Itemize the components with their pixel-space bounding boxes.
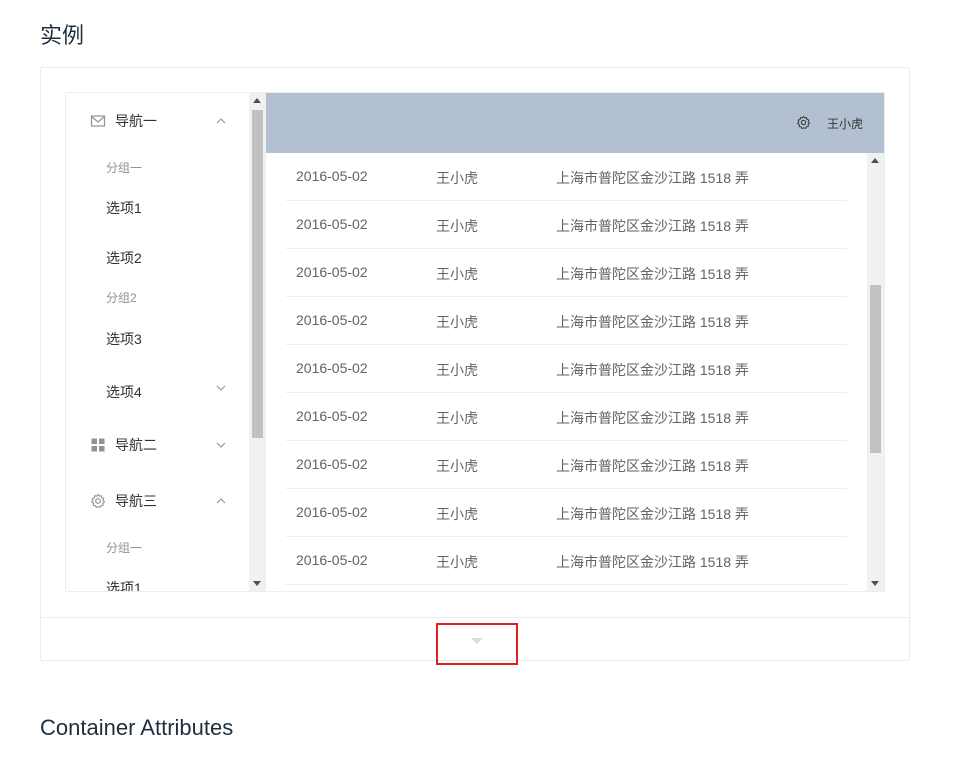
cell-name: 王小虎 bbox=[436, 554, 478, 570]
submenu-nav2[interactable]: 导航二 bbox=[66, 417, 249, 473]
table-row[interactable]: 2016-05-02 王小虎 上海市普陀区金沙江路 1518 弄 bbox=[286, 153, 847, 201]
table-row[interactable]: 2016-05-02 王小虎 上海市普陀区金沙江路 1518 弄 bbox=[286, 537, 847, 585]
table-row[interactable]: 2016-05-02 王小虎 上海市普陀区金沙江路 1518 弄 bbox=[286, 345, 847, 393]
header: 王小虎 bbox=[266, 93, 884, 153]
gear-icon[interactable] bbox=[796, 115, 811, 130]
cell-name: 王小虎 bbox=[436, 314, 478, 330]
cell-date: 2016-05-02 bbox=[296, 408, 368, 424]
cell-name: 王小虎 bbox=[436, 362, 478, 378]
chevron-down-icon bbox=[216, 385, 226, 391]
cell-name: 王小虎 bbox=[436, 410, 478, 426]
main-scroll-thumb[interactable] bbox=[870, 285, 881, 453]
cell-name: 王小虎 bbox=[436, 266, 478, 282]
scroll-up-arrow-icon[interactable] bbox=[253, 98, 261, 103]
table-row[interactable]: 2016-05-02 王小虎 上海市普陀区金沙江路 1518 弄 bbox=[286, 201, 847, 249]
highlight-box bbox=[436, 623, 518, 665]
submenu-nav3-label: 导航三 bbox=[115, 493, 157, 509]
cell-address: 上海市普陀区金沙江路 1518 弄 bbox=[556, 314, 749, 330]
cell-date: 2016-05-02 bbox=[296, 264, 368, 280]
cell-date: 2016-05-02 bbox=[296, 552, 368, 568]
table-row[interactable]: 2016-05-02 王小虎 上海市普陀区金沙江路 1518 弄 bbox=[286, 297, 847, 345]
mail-icon bbox=[90, 115, 106, 127]
cell-address: 上海市普陀区金沙江路 1518 弄 bbox=[556, 170, 749, 186]
menu-group-title: 分组一 bbox=[106, 541, 143, 555]
chevron-up-icon bbox=[216, 498, 226, 504]
menu-group-title: 分组一 bbox=[106, 161, 143, 175]
scroll-up-arrow-icon[interactable] bbox=[871, 158, 879, 163]
header-user-name: 王小虎 bbox=[827, 117, 864, 131]
cell-address: 上海市普陀区金沙江路 1518 弄 bbox=[556, 458, 749, 474]
table-row[interactable]: 2016-05-02 王小虎 上海市普陀区金沙江路 1518 弄 bbox=[286, 489, 847, 537]
menu-option[interactable]: 选项1 bbox=[106, 198, 142, 218]
scroll-down-arrow-icon[interactable] bbox=[871, 581, 879, 586]
sidebar-scrollbar[interactable] bbox=[249, 93, 265, 591]
chevron-up-icon bbox=[216, 118, 226, 124]
section-title: 实例 bbox=[40, 23, 85, 48]
cell-name: 王小虎 bbox=[436, 170, 478, 186]
demo-source: 导航一 分组一 选项1 选项2 分组2 选项3 选项4 导航二 导航三 分组一 … bbox=[41, 68, 909, 617]
menu-option[interactable]: 选项3 bbox=[106, 329, 142, 349]
submenu-nav1-label: 导航一 bbox=[115, 113, 157, 129]
main-scrollbar[interactable] bbox=[867, 153, 884, 591]
cell-address: 上海市普陀区金沙江路 1518 弄 bbox=[556, 554, 749, 570]
cell-name: 王小虎 bbox=[436, 458, 478, 474]
cell-address: 上海市普陀区金沙江路 1518 弄 bbox=[556, 506, 749, 522]
gear-icon bbox=[91, 493, 106, 509]
layout-container: 导航一 分组一 选项1 选项2 分组2 选项3 选项4 导航二 导航三 分组一 … bbox=[65, 92, 885, 592]
table-row[interactable]: 2016-05-02 王小虎 上海市普陀区金沙江路 1518 弄 bbox=[286, 249, 847, 297]
demo-block: 导航一 分组一 选项1 选项2 分组2 选项3 选项4 导航二 导航三 分组一 … bbox=[40, 67, 910, 665]
cell-date: 2016-05-02 bbox=[296, 456, 368, 472]
menu-option[interactable]: 选项2 bbox=[106, 248, 142, 268]
submenu-nav2-label: 导航二 bbox=[115, 437, 157, 453]
scroll-down-arrow-icon[interactable] bbox=[253, 581, 261, 586]
section-title-container-attributes: Container Attributes bbox=[40, 715, 234, 740]
cell-date: 2016-05-02 bbox=[296, 312, 368, 328]
table-row[interactable]: 2016-05-02 王小虎 上海市普陀区金沙江路 1518 弄 bbox=[286, 441, 847, 489]
sidebar-scroll-thumb[interactable] bbox=[252, 110, 263, 438]
demo-expand-control[interactable] bbox=[41, 617, 909, 665]
cell-address: 上海市普陀区金沙江路 1518 弄 bbox=[556, 218, 749, 234]
cell-address: 上海市普陀区金沙江路 1518 弄 bbox=[556, 362, 749, 378]
menu-option[interactable]: 选项1 bbox=[106, 578, 142, 591]
menu-grid-icon bbox=[91, 438, 105, 452]
menu-group-title: 分组2 bbox=[106, 291, 137, 305]
cell-name: 王小虎 bbox=[436, 218, 478, 234]
cell-date: 2016-05-02 bbox=[296, 216, 368, 232]
cell-address: 上海市普陀区金沙江路 1518 弄 bbox=[556, 410, 749, 426]
submenu-nav1[interactable]: 导航一 bbox=[66, 93, 249, 149]
cell-date: 2016-05-02 bbox=[296, 168, 368, 184]
submenu-option4[interactable]: 选项4 bbox=[106, 382, 142, 402]
main-content: 2016-05-02 王小虎 上海市普陀区金沙江路 1518 弄 2016-05-02… bbox=[266, 153, 884, 591]
chevron-down-icon bbox=[216, 442, 226, 448]
cell-date: 2016-05-02 bbox=[296, 360, 368, 376]
cell-date: 2016-05-02 bbox=[296, 504, 368, 520]
cell-name: 王小虎 bbox=[436, 506, 478, 522]
cell-address: 上海市普陀区金沙江路 1518 弄 bbox=[556, 266, 749, 282]
table-row[interactable]: 2016-05-02 王小虎 上海市普陀区金沙江路 1518 弄 bbox=[286, 393, 847, 441]
submenu-nav3[interactable]: 导航三 bbox=[66, 473, 249, 529]
sidebar: 导航一 分组一 选项1 选项2 分组2 选项3 选项4 导航二 导航三 分组一 … bbox=[66, 93, 266, 591]
